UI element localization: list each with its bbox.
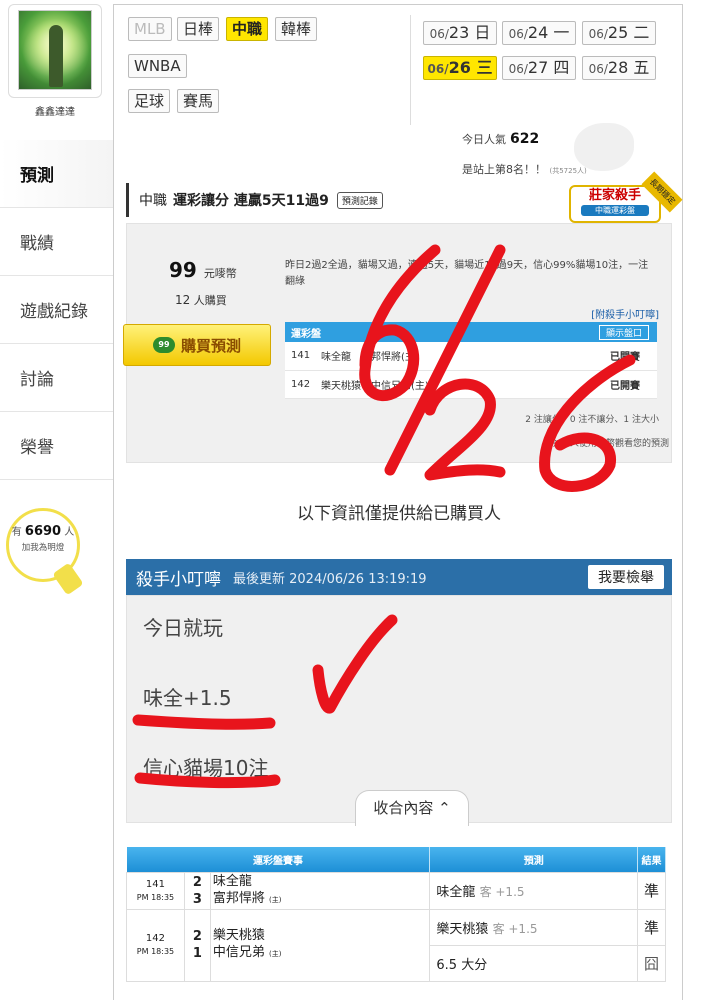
predict-record-button[interactable]: 預測記錄 [336, 191, 383, 209]
bet-summary: 2 注讓分、0 注不讓分、1 注大小 [525, 415, 659, 425]
league-wnba[interactable]: WNBA [128, 54, 187, 78]
sidebar: 鑫鑫達達 預測 戰績 遊戲紀錄 討論 榮譽 有 6690 人 加我為明燈 [0, 0, 113, 1000]
sidebar-nav: 預測 戰績 遊戲紀錄 討論 榮譽 [0, 140, 113, 480]
main-panel: MLB 日棒 中職 韓棒 WNBA 足球 賽馬 06/23 日 06/24 一 … [113, 4, 683, 1000]
note-line: 味全+1.5 [143, 686, 232, 710]
league-soccer[interactable]: 足球 [128, 89, 171, 113]
show-odds-button[interactable]: 顯示盤口 [598, 324, 649, 340]
avatar[interactable] [18, 10, 92, 90]
avatar-card[interactable] [8, 4, 102, 98]
league-kbo[interactable]: 韓棒 [275, 17, 318, 41]
sidebar-item-record[interactable]: 戰績 [0, 208, 113, 276]
killer-notes-header: 殺手小叮嚀 最後更新 2024/06/26 13:19:19 我要檢舉 [126, 559, 672, 595]
date-0627[interactable]: 06/27 四 [502, 56, 576, 80]
username[interactable]: 鑫鑫達達 [0, 103, 110, 118]
table-row: 141 味全龍 富邦悍將(主) 已開賽 [285, 342, 657, 371]
today-popularity: 今日人氣 622 [462, 131, 540, 147]
collapse-button[interactable]: 收合內容 ⌃ [355, 790, 469, 826]
result: 囧 [637, 944, 666, 982]
buy-section: 99 元嘜幣 12 人購買 昨日2過2全過，貓場又過，連過5天，貓場近10過9天… [123, 223, 672, 463]
last-updated: 最後更新 2024/06/26 13:19:19 [233, 571, 427, 587]
pick: 6.5 大分 [429, 944, 638, 982]
scores: 23 [183, 871, 211, 910]
date-0625[interactable]: 06/25 二 [582, 21, 656, 45]
league-cpbl[interactable]: 中職 [226, 17, 269, 41]
date-0628[interactable]: 06/28 五 [582, 56, 656, 80]
table-row: 141 PM 18:35 23 味全龍 富邦悍將 (主) 味全龍 客 +1.5 準 [126, 871, 666, 910]
teams: 樂天桃猿 中信兄弟 (主) [209, 908, 431, 982]
pick: 樂天桃猿 客 +1.5 [429, 908, 638, 946]
league-mlb[interactable]: MLB [128, 17, 172, 41]
pick: 味全龍 客 +1.5 [429, 871, 638, 910]
report-button[interactable]: 我要檢舉 [588, 565, 664, 589]
sidebar-item-honor[interactable]: 榮譽 [0, 412, 113, 480]
divider [410, 15, 411, 125]
follow-label: 加我為明燈 [21, 543, 65, 553]
results-table: 運彩盤賽事 預測 結果 141 PM 18:35 23 味全龍 富邦悍將 (主) 味… [126, 847, 666, 982]
prediction-description: 昨日2過2全過，貓場又過，連過5天，貓場近10過9天，信心99%貓場10注，一注… [285, 260, 649, 287]
viewer-summary: 今日 人使用金幣觀看您的預測 [549, 439, 669, 449]
game-no: 142 PM 18:35 [126, 908, 185, 982]
killer-notes-body: 今日就玩 味全+1.5 信心貓場10注 收合內容 ⌃ [126, 595, 672, 826]
table-row: 142 PM 18:35 21 樂天桃猿 中信兄弟 (主) 樂天桃猿 客 +1.5 … [126, 908, 666, 982]
scores: 21 [183, 908, 211, 982]
predict-league: 中職 [139, 193, 167, 209]
teams: 味全龍 富邦悍將 (主) [209, 871, 431, 910]
table-row: 142 樂天桃猿 中信兄弟(主) 已開賽 [285, 370, 657, 399]
site-rank: 是站上第8名！！ (共5725人) [462, 163, 587, 176]
buyer-count: 12 人購買 [175, 293, 227, 307]
buy-prediction-button[interactable]: 99 購買預測 [123, 324, 271, 366]
killer-notes-link[interactable]: [附殺手小叮嚀] [591, 306, 659, 321]
game-no: 141 PM 18:35 [126, 871, 185, 910]
fan-count: 有 6690 人 [11, 524, 75, 539]
result: 準 [637, 908, 666, 946]
price: 99 元嘜幣 [169, 258, 237, 282]
sidebar-item-game-log[interactable]: 遊戲紀錄 [0, 276, 113, 344]
league-horse-racing[interactable]: 賽馬 [177, 89, 220, 113]
date-0624[interactable]: 06/24 一 [502, 21, 576, 45]
note-line: 今日就玩 [143, 616, 223, 640]
sidebar-item-discussion[interactable]: 討論 [0, 344, 113, 412]
odds-table: 運彩盤 顯示盤口 141 味全龍 富邦悍將(主) 已開賽 142 樂天桃猿 中信兄… [285, 322, 657, 399]
predict-title: 運彩讓分 連贏5天11過9 [173, 193, 329, 209]
league-npb[interactable]: 日棒 [177, 17, 220, 41]
result: 準 [637, 871, 666, 910]
note-line: 信心貓場10注 [143, 756, 269, 780]
coin-icon: 99 [152, 337, 175, 353]
sidebar-item-predict[interactable]: 預測 [0, 140, 113, 208]
date-0626[interactable]: 06/26 三 [423, 56, 497, 80]
date-0623[interactable]: 06/23 日 [423, 21, 497, 45]
buyers-only-notice: 以下資訊僅提供給已購買人 [297, 504, 501, 524]
